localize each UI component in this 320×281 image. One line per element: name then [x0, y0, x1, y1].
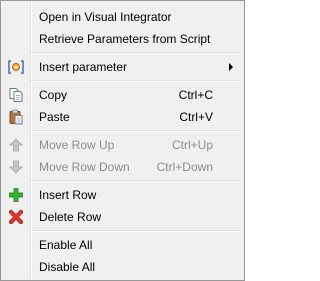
menu-item-label: Enable All	[39, 238, 93, 252]
menu-item-label: Insert Row	[39, 188, 97, 202]
arrow-up-icon	[8, 137, 24, 153]
menu-item-shortcut: Ctrl+Up	[171, 138, 213, 152]
menu-item-insert-parameter[interactable]: Insert parameter	[2, 56, 243, 78]
menu-item-open-visual-integrator[interactable]: Open in Visual Integrator	[2, 6, 243, 28]
menu-item-move-row-down[interactable]: Move Row Down Ctrl+Down	[2, 156, 243, 178]
menu-item-label: Retrieve Parameters from Script	[39, 32, 211, 46]
menu-separator	[31, 230, 242, 231]
menu-item-label: Move Row Up	[39, 138, 115, 152]
menu-item-label: Copy	[39, 88, 68, 102]
paste-icon	[8, 109, 24, 125]
menu-item-copy[interactable]: Copy Ctrl+C	[2, 84, 243, 106]
delete-icon	[8, 209, 24, 225]
menu-separator	[31, 130, 242, 131]
menu-item-label: Disable All	[39, 260, 96, 274]
plus-icon	[8, 187, 24, 203]
arrow-down-icon	[8, 159, 24, 175]
menu-item-retrieve-parameters[interactable]: Retrieve Parameters from Script	[2, 28, 243, 50]
menu-item-label: Move Row Down	[39, 160, 130, 174]
menu-item-disable-all[interactable]: Disable All	[2, 256, 243, 278]
menu-item-label: Open in Visual Integrator	[39, 10, 172, 24]
copy-icon	[8, 87, 24, 103]
menu-item-shortcut: Ctrl+V	[179, 110, 213, 124]
context-menu: Open in Visual Integrator Retrieve Param…	[0, 0, 245, 281]
menu-separator	[31, 180, 242, 181]
menu-item-enable-all[interactable]: Enable All	[2, 234, 243, 256]
menu-item-delete-row[interactable]: Delete Row	[2, 206, 243, 228]
menu-item-paste[interactable]: Paste Ctrl+V	[2, 106, 243, 128]
menu-separator	[31, 52, 242, 53]
menu-item-move-row-up[interactable]: Move Row Up Ctrl+Up	[2, 134, 243, 156]
parameter-icon	[8, 59, 24, 75]
menu-item-label: Delete Row	[39, 210, 102, 224]
menu-item-label: Insert parameter	[39, 60, 128, 74]
submenu-arrow-icon	[229, 63, 233, 71]
menu-item-label: Paste	[39, 110, 70, 124]
menu-item-insert-row[interactable]: Insert Row	[2, 184, 243, 206]
menu-separator	[31, 80, 242, 81]
menu-item-shortcut: Ctrl+Down	[156, 160, 213, 174]
menu-item-shortcut: Ctrl+C	[178, 88, 213, 102]
